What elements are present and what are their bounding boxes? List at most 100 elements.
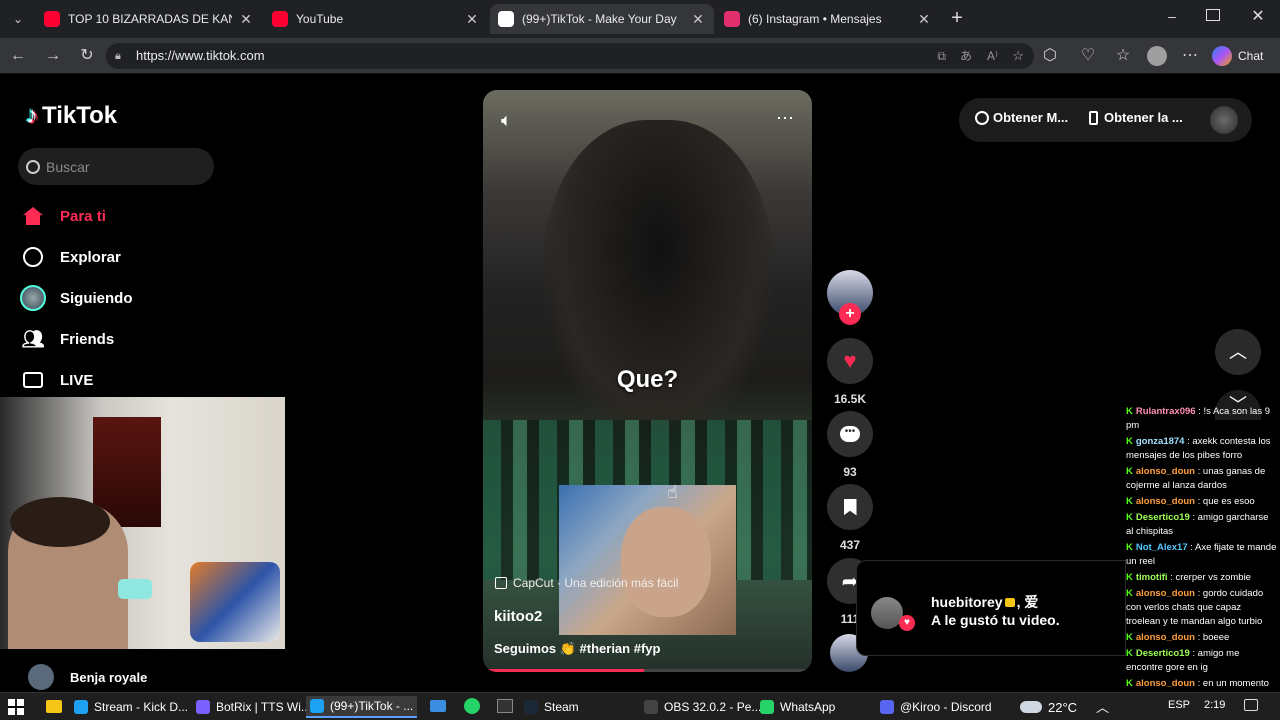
get-coins-button[interactable]: Obtener M...: [975, 110, 1068, 125]
user-avatar[interactable]: [1210, 106, 1238, 134]
save-action[interactable]: 437: [827, 484, 873, 552]
kick-badge-icon: K: [1126, 678, 1133, 689]
nav-item-explorar[interactable]: Explorar: [20, 242, 121, 272]
nav-item-siguiendo[interactable]: Siguiendo: [20, 283, 133, 313]
taskbar-app-label: OBS 32.0.2 - Pe...: [664, 700, 762, 714]
tiktok-logo[interactable]: ♪ TikTok: [26, 100, 117, 132]
nav-item-friends[interactable]: 👥︎ Friends: [20, 324, 115, 354]
browser-tab-bar: ⌄ TOP 10 BIZARRADAS DE KANYE W✕YouTube✕(…: [0, 0, 1280, 38]
suggested-account[interactable]: Benja royale: [28, 664, 148, 690]
tab-2[interactable]: YouTube ✕: [264, 4, 488, 34]
profile-avatar[interactable]: [1147, 46, 1167, 66]
copilot-chat-button[interactable]: Chat: [1212, 44, 1263, 68]
chat-username: alonso_doun: [1135, 466, 1195, 477]
forward-button[interactable]: →: [43, 46, 63, 66]
taskbar-app-6[interactable]: WhatsApp: [756, 696, 839, 718]
lock-icon[interactable]: 🔒︎: [115, 43, 121, 69]
language-indicator[interactable]: ESP: [1168, 699, 1190, 711]
favorites-icon[interactable]: ☆: [1113, 46, 1133, 66]
weather-widget[interactable]: 22°C: [1020, 696, 1077, 718]
comment-icon[interactable]: •••: [827, 411, 873, 457]
tab-actions-button[interactable]: ⌄: [8, 9, 28, 29]
video-progress-track[interactable]: [483, 669, 812, 672]
chat-username: alonso_doun: [1135, 632, 1195, 643]
like-action[interactable]: ♥ 16.5K: [827, 338, 873, 406]
video-progress-fill: [483, 669, 645, 672]
copilot-icon: [1212, 46, 1232, 66]
webcam-pillow: [190, 562, 280, 642]
kick-badge-icon: K: [1126, 572, 1133, 583]
new-tab-button[interactable]: +: [946, 7, 968, 29]
taskbar-app-icon: [310, 699, 324, 713]
tab-close-icon[interactable]: ✕: [690, 11, 706, 28]
comment-action[interactable]: ••• 93: [827, 411, 873, 479]
get-app-label: Obtener la ...: [1104, 110, 1183, 125]
mail-icon[interactable]: [430, 700, 446, 712]
notifications-icon[interactable]: [1244, 699, 1258, 711]
star-icon[interactable]: ☆: [1012, 43, 1024, 69]
taskbar-app-label: @Kiroo - Discord: [900, 700, 992, 714]
tab-3[interactable]: (99+)TikTok - Make Your Day ✕: [490, 4, 714, 34]
chat-label: Chat: [1238, 49, 1264, 63]
taskbar-app-label: Stream - Kick D...: [94, 700, 189, 714]
stream-chat-overlay: K Rulantrax096 : !s Aca son las 9 pm Kgonz…: [1126, 405, 1278, 705]
capcut-badge[interactable]: CapCut · Una edición más fácil: [495, 574, 678, 592]
read-aloud-icon[interactable]: A⁾: [987, 43, 998, 69]
taskbar-app-3[interactable]: (99+)TikTok - ...: [306, 696, 418, 718]
more-menu-icon[interactable]: ⋯: [1180, 46, 1200, 66]
clock[interactable]: 2:19: [1204, 699, 1225, 711]
tab-close-icon[interactable]: ✕: [238, 11, 254, 28]
video-description[interactable]: Seguimos 👏 #therian #fyp: [494, 641, 660, 657]
minimize-button[interactable]: –: [1162, 8, 1182, 24]
taskbar-app-1[interactable]: Stream - Kick D...: [70, 696, 192, 718]
search-input[interactable]: Buscar: [18, 148, 214, 185]
tab-4[interactable]: (6) Instagram • Mensajes ✕: [716, 4, 940, 34]
taskbar-app-5[interactable]: OBS 32.0.2 - Pe...: [640, 696, 765, 718]
tab-close-icon[interactable]: ✕: [916, 11, 932, 28]
terminal-icon[interactable]: [497, 699, 513, 713]
like-notification[interactable]: ♥ huebitorey , 爱 A le gustó tu video.: [856, 560, 1126, 656]
file-explorer-icon[interactable]: [46, 700, 62, 713]
taskbar-app-2[interactable]: BotRix | TTS Wi...: [192, 696, 315, 718]
taskbar-app-4[interactable]: Steam: [520, 696, 583, 718]
nav-item-para-ti[interactable]: Para ti: [20, 201, 106, 231]
whatsapp-shortcut-icon[interactable]: [464, 698, 480, 714]
suggested-account-name: Benja royale: [70, 669, 148, 685]
tab-1[interactable]: TOP 10 BIZARRADAS DE KANYE W ✕: [36, 4, 262, 34]
tab-title: YouTube: [296, 12, 344, 26]
windows-start-icon[interactable]: [8, 699, 24, 715]
nav-item-live[interactable]: LIVE: [20, 365, 93, 395]
close-window-button[interactable]: ✕: [1248, 6, 1268, 26]
volume-icon[interactable]: 🔈︎: [501, 110, 512, 131]
maximize-button[interactable]: [1206, 9, 1220, 21]
get-coins-label: Obtener M...: [993, 110, 1069, 125]
chat-message: Kalonso_doun : que es esoo: [1126, 495, 1278, 509]
extensions-icon[interactable]: ⬡: [1040, 46, 1060, 66]
heart-icon[interactable]: ♥: [827, 338, 873, 384]
tiktok-wordmark: TikTok: [42, 102, 118, 129]
video-player[interactable]: 🔈︎ ⋯ Que? CapCut · Una edición más fácil…: [483, 90, 812, 672]
webcam-overlay: [0, 397, 285, 649]
open-in-app-icon[interactable]: ⧉: [937, 43, 946, 69]
chat-username: alonso_doun: [1135, 588, 1195, 599]
tray-chevron-icon[interactable]: ︿: [1096, 697, 1109, 716]
follow-plus-icon[interactable]: +: [839, 303, 861, 325]
taskbar-app-7[interactable]: @Kiroo - Discord: [876, 696, 996, 718]
bookmark-icon[interactable]: [827, 484, 873, 530]
performance-icon[interactable]: ♡: [1078, 46, 1098, 66]
scroll-up-button[interactable]: ︿: [1215, 329, 1261, 375]
chat-message: Kalonso_doun : gordo cuidado con verlos …: [1126, 587, 1278, 629]
video-author[interactable]: kiitoo2: [494, 608, 542, 625]
get-app-button[interactable]: Obtener la ...: [1089, 110, 1183, 125]
chat-username: timotifi: [1135, 572, 1168, 583]
back-button[interactable]: ←: [8, 46, 28, 66]
chat-separator: :: [1195, 466, 1203, 477]
chat-message: Kgonza1874 : axekk contesta los mensajes…: [1126, 435, 1278, 463]
tab-close-icon[interactable]: ✕: [464, 11, 480, 28]
reload-button[interactable]: ↻: [77, 46, 97, 66]
video-more-icon[interactable]: ⋯: [776, 108, 794, 129]
kick-badge-icon: K: [1126, 406, 1133, 417]
translate-icon[interactable]: あ: [960, 43, 972, 69]
tab-favicon-icon: [44, 11, 60, 27]
address-bar[interactable]: 🔒︎ https://www.tiktok.com ☆ A⁾ あ ⧉: [106, 43, 1034, 69]
